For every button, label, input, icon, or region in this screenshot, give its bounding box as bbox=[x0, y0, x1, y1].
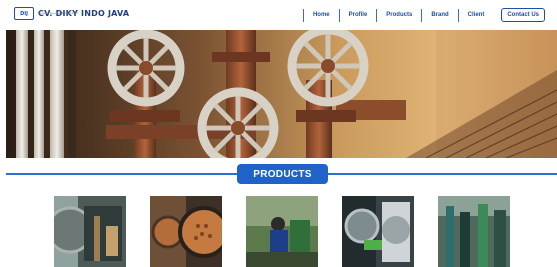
logo-mark: DIJ bbox=[14, 7, 34, 20]
logo-abbrev: DIJ bbox=[20, 10, 28, 17]
product-thumbnail[interactable] bbox=[342, 196, 414, 267]
logo-tagline: General Supplier & Contractor bbox=[38, 11, 79, 15]
nav-item-products[interactable]: Products bbox=[377, 12, 421, 18]
contact-us-button[interactable]: Contact Us bbox=[501, 8, 545, 22]
product-image bbox=[54, 196, 126, 267]
product-thumbnail[interactable] bbox=[150, 196, 222, 267]
product-thumbnail[interactable] bbox=[246, 196, 318, 267]
product-thumbnail[interactable] bbox=[54, 196, 126, 267]
product-thumbnails bbox=[0, 196, 557, 267]
nav-item-profile[interactable]: Profile bbox=[340, 12, 377, 18]
nav-item-brand[interactable]: Brand bbox=[422, 12, 457, 18]
hero-banner bbox=[6, 30, 557, 158]
product-image bbox=[246, 196, 318, 267]
product-image bbox=[342, 196, 414, 267]
site-header: DIJ CV. DIKY INDO JAVA General Supplier … bbox=[0, 0, 557, 30]
products-heading: PRODUCTS bbox=[237, 164, 328, 184]
hero-valves-image bbox=[6, 30, 557, 158]
product-thumbnail[interactable] bbox=[438, 196, 510, 267]
nav-item-home[interactable]: Home bbox=[304, 12, 339, 18]
product-image bbox=[150, 196, 222, 267]
nav-item-client[interactable]: Client bbox=[459, 12, 494, 18]
product-image bbox=[438, 196, 510, 267]
main-nav: Home Profile Products Brand Client Conta… bbox=[302, 8, 545, 22]
